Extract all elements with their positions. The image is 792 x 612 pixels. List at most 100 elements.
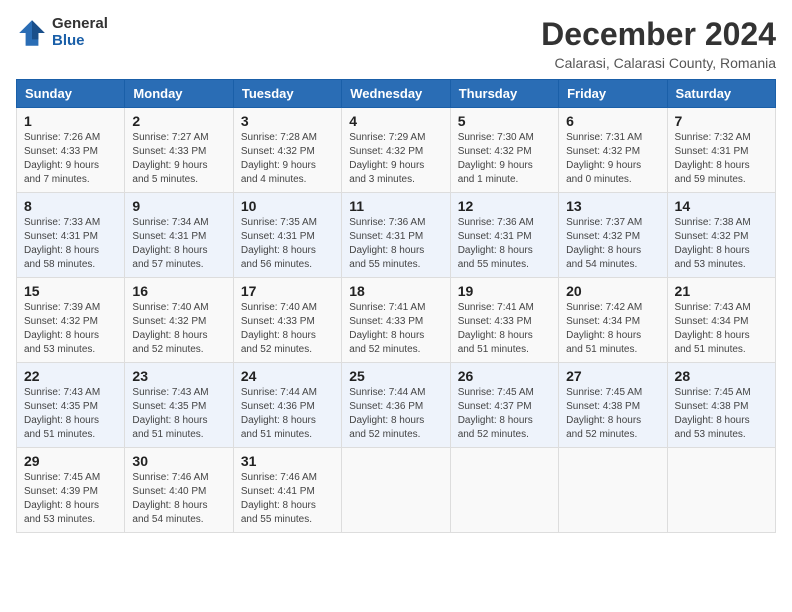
day-number: 30 bbox=[132, 453, 225, 469]
calendar-cell: 30 Sunrise: 7:46 AM Sunset: 4:40 PM Dayl… bbox=[125, 448, 233, 533]
sunrise-label: Sunrise: 7:43 AM bbox=[132, 387, 208, 398]
daylight-label: Daylight: 9 hours and 3 minutes. bbox=[349, 160, 424, 185]
sunrise-label: Sunrise: 7:41 AM bbox=[349, 302, 425, 313]
daylight-label: Daylight: 8 hours and 52 minutes. bbox=[241, 330, 316, 355]
calendar-week-4: 29 Sunrise: 7:45 AM Sunset: 4:39 PM Dayl… bbox=[17, 448, 776, 533]
day-number: 1 bbox=[24, 113, 117, 129]
calendar-cell: 19 Sunrise: 7:41 AM Sunset: 4:33 PM Dayl… bbox=[450, 278, 558, 363]
day-number: 14 bbox=[675, 198, 768, 214]
sunset-label: Sunset: 4:31 PM bbox=[24, 231, 98, 242]
day-number: 21 bbox=[675, 283, 768, 299]
daylight-label: Daylight: 8 hours and 55 minutes. bbox=[458, 245, 533, 270]
logo-text: General Blue bbox=[52, 16, 108, 49]
sunrise-label: Sunrise: 7:41 AM bbox=[458, 302, 534, 313]
sunrise-label: Sunrise: 7:40 AM bbox=[132, 302, 208, 313]
day-details: Sunrise: 7:43 AM Sunset: 4:35 PM Dayligh… bbox=[132, 386, 225, 442]
calendar-cell: 20 Sunrise: 7:42 AM Sunset: 4:34 PM Dayl… bbox=[559, 278, 667, 363]
logo-blue-text: Blue bbox=[52, 33, 108, 50]
day-number: 22 bbox=[24, 368, 117, 384]
day-details: Sunrise: 7:42 AM Sunset: 4:34 PM Dayligh… bbox=[566, 301, 659, 357]
page-header: General Blue December 2024 Calarasi, Cal… bbox=[16, 16, 776, 71]
daylight-label: Daylight: 8 hours and 52 minutes. bbox=[349, 330, 424, 355]
sunset-label: Sunset: 4:38 PM bbox=[566, 401, 640, 412]
sunrise-label: Sunrise: 7:45 AM bbox=[458, 387, 534, 398]
day-details: Sunrise: 7:40 AM Sunset: 4:32 PM Dayligh… bbox=[132, 301, 225, 357]
calendar-cell: 2 Sunrise: 7:27 AM Sunset: 4:33 PM Dayli… bbox=[125, 108, 233, 193]
day-number: 13 bbox=[566, 198, 659, 214]
daylight-label: Daylight: 8 hours and 51 minutes. bbox=[132, 415, 207, 440]
day-details: Sunrise: 7:45 AM Sunset: 4:38 PM Dayligh… bbox=[675, 386, 768, 442]
day-number: 18 bbox=[349, 283, 442, 299]
day-details: Sunrise: 7:34 AM Sunset: 4:31 PM Dayligh… bbox=[132, 216, 225, 272]
calendar-cell: 8 Sunrise: 7:33 AM Sunset: 4:31 PM Dayli… bbox=[17, 193, 125, 278]
daylight-label: Daylight: 8 hours and 51 minutes. bbox=[458, 330, 533, 355]
sunset-label: Sunset: 4:31 PM bbox=[458, 231, 532, 242]
sunrise-label: Sunrise: 7:34 AM bbox=[132, 217, 208, 228]
daylight-label: Daylight: 9 hours and 0 minutes. bbox=[566, 160, 641, 185]
day-number: 11 bbox=[349, 198, 442, 214]
day-number: 31 bbox=[241, 453, 334, 469]
day-number: 3 bbox=[241, 113, 334, 129]
sunrise-label: Sunrise: 7:45 AM bbox=[566, 387, 642, 398]
calendar-cell: 23 Sunrise: 7:43 AM Sunset: 4:35 PM Dayl… bbox=[125, 363, 233, 448]
day-number: 15 bbox=[24, 283, 117, 299]
calendar-cell: 14 Sunrise: 7:38 AM Sunset: 4:32 PM Dayl… bbox=[667, 193, 775, 278]
sunrise-label: Sunrise: 7:31 AM bbox=[566, 132, 642, 143]
day-number: 20 bbox=[566, 283, 659, 299]
day-details: Sunrise: 7:40 AM Sunset: 4:33 PM Dayligh… bbox=[241, 301, 334, 357]
calendar-cell: 15 Sunrise: 7:39 AM Sunset: 4:32 PM Dayl… bbox=[17, 278, 125, 363]
daylight-label: Daylight: 8 hours and 56 minutes. bbox=[241, 245, 316, 270]
sunset-label: Sunset: 4:38 PM bbox=[675, 401, 749, 412]
day-details: Sunrise: 7:41 AM Sunset: 4:33 PM Dayligh… bbox=[349, 301, 442, 357]
daylight-label: Daylight: 8 hours and 52 minutes. bbox=[566, 415, 641, 440]
sunset-label: Sunset: 4:33 PM bbox=[132, 146, 206, 157]
sunrise-label: Sunrise: 7:30 AM bbox=[458, 132, 534, 143]
header-friday: Friday bbox=[559, 80, 667, 108]
day-details: Sunrise: 7:44 AM Sunset: 4:36 PM Dayligh… bbox=[349, 386, 442, 442]
day-number: 10 bbox=[241, 198, 334, 214]
calendar-header-row: Sunday Monday Tuesday Wednesday Thursday… bbox=[17, 80, 776, 108]
sunrise-label: Sunrise: 7:42 AM bbox=[566, 302, 642, 313]
calendar-week-2: 15 Sunrise: 7:39 AM Sunset: 4:32 PM Dayl… bbox=[17, 278, 776, 363]
calendar-cell: 28 Sunrise: 7:45 AM Sunset: 4:38 PM Dayl… bbox=[667, 363, 775, 448]
daylight-label: Daylight: 8 hours and 54 minutes. bbox=[132, 500, 207, 525]
sunset-label: Sunset: 4:34 PM bbox=[675, 316, 749, 327]
calendar-cell: 17 Sunrise: 7:40 AM Sunset: 4:33 PM Dayl… bbox=[233, 278, 341, 363]
calendar-cell: 25 Sunrise: 7:44 AM Sunset: 4:36 PM Dayl… bbox=[342, 363, 450, 448]
day-details: Sunrise: 7:36 AM Sunset: 4:31 PM Dayligh… bbox=[458, 216, 551, 272]
sunrise-label: Sunrise: 7:27 AM bbox=[132, 132, 208, 143]
sunset-label: Sunset: 4:32 PM bbox=[675, 231, 749, 242]
daylight-label: Daylight: 8 hours and 51 minutes. bbox=[24, 415, 99, 440]
daylight-label: Daylight: 8 hours and 53 minutes. bbox=[675, 245, 750, 270]
day-number: 25 bbox=[349, 368, 442, 384]
calendar-cell: 16 Sunrise: 7:40 AM Sunset: 4:32 PM Dayl… bbox=[125, 278, 233, 363]
day-number: 19 bbox=[458, 283, 551, 299]
day-details: Sunrise: 7:45 AM Sunset: 4:37 PM Dayligh… bbox=[458, 386, 551, 442]
day-details: Sunrise: 7:38 AM Sunset: 4:32 PM Dayligh… bbox=[675, 216, 768, 272]
calendar-cell: 22 Sunrise: 7:43 AM Sunset: 4:35 PM Dayl… bbox=[17, 363, 125, 448]
day-details: Sunrise: 7:30 AM Sunset: 4:32 PM Dayligh… bbox=[458, 131, 551, 187]
sunrise-label: Sunrise: 7:33 AM bbox=[24, 217, 100, 228]
day-number: 23 bbox=[132, 368, 225, 384]
day-number: 24 bbox=[241, 368, 334, 384]
daylight-label: Daylight: 9 hours and 4 minutes. bbox=[241, 160, 316, 185]
day-details: Sunrise: 7:37 AM Sunset: 4:32 PM Dayligh… bbox=[566, 216, 659, 272]
header-thursday: Thursday bbox=[450, 80, 558, 108]
calendar-cell: 10 Sunrise: 7:35 AM Sunset: 4:31 PM Dayl… bbox=[233, 193, 341, 278]
day-number: 7 bbox=[675, 113, 768, 129]
sunrise-label: Sunrise: 7:38 AM bbox=[675, 217, 751, 228]
sunset-label: Sunset: 4:33 PM bbox=[349, 316, 423, 327]
calendar-cell: 4 Sunrise: 7:29 AM Sunset: 4:32 PM Dayli… bbox=[342, 108, 450, 193]
sunset-label: Sunset: 4:32 PM bbox=[24, 316, 98, 327]
day-number: 26 bbox=[458, 368, 551, 384]
day-details: Sunrise: 7:27 AM Sunset: 4:33 PM Dayligh… bbox=[132, 131, 225, 187]
sunrise-label: Sunrise: 7:43 AM bbox=[675, 302, 751, 313]
calendar-cell: 7 Sunrise: 7:32 AM Sunset: 4:31 PM Dayli… bbox=[667, 108, 775, 193]
calendar-title: December 2024 bbox=[541, 16, 776, 53]
day-details: Sunrise: 7:35 AM Sunset: 4:31 PM Dayligh… bbox=[241, 216, 334, 272]
day-details: Sunrise: 7:36 AM Sunset: 4:31 PM Dayligh… bbox=[349, 216, 442, 272]
daylight-label: Daylight: 8 hours and 52 minutes. bbox=[349, 415, 424, 440]
sunset-label: Sunset: 4:33 PM bbox=[241, 316, 315, 327]
daylight-label: Daylight: 8 hours and 52 minutes. bbox=[458, 415, 533, 440]
calendar-cell: 29 Sunrise: 7:45 AM Sunset: 4:39 PM Dayl… bbox=[17, 448, 125, 533]
